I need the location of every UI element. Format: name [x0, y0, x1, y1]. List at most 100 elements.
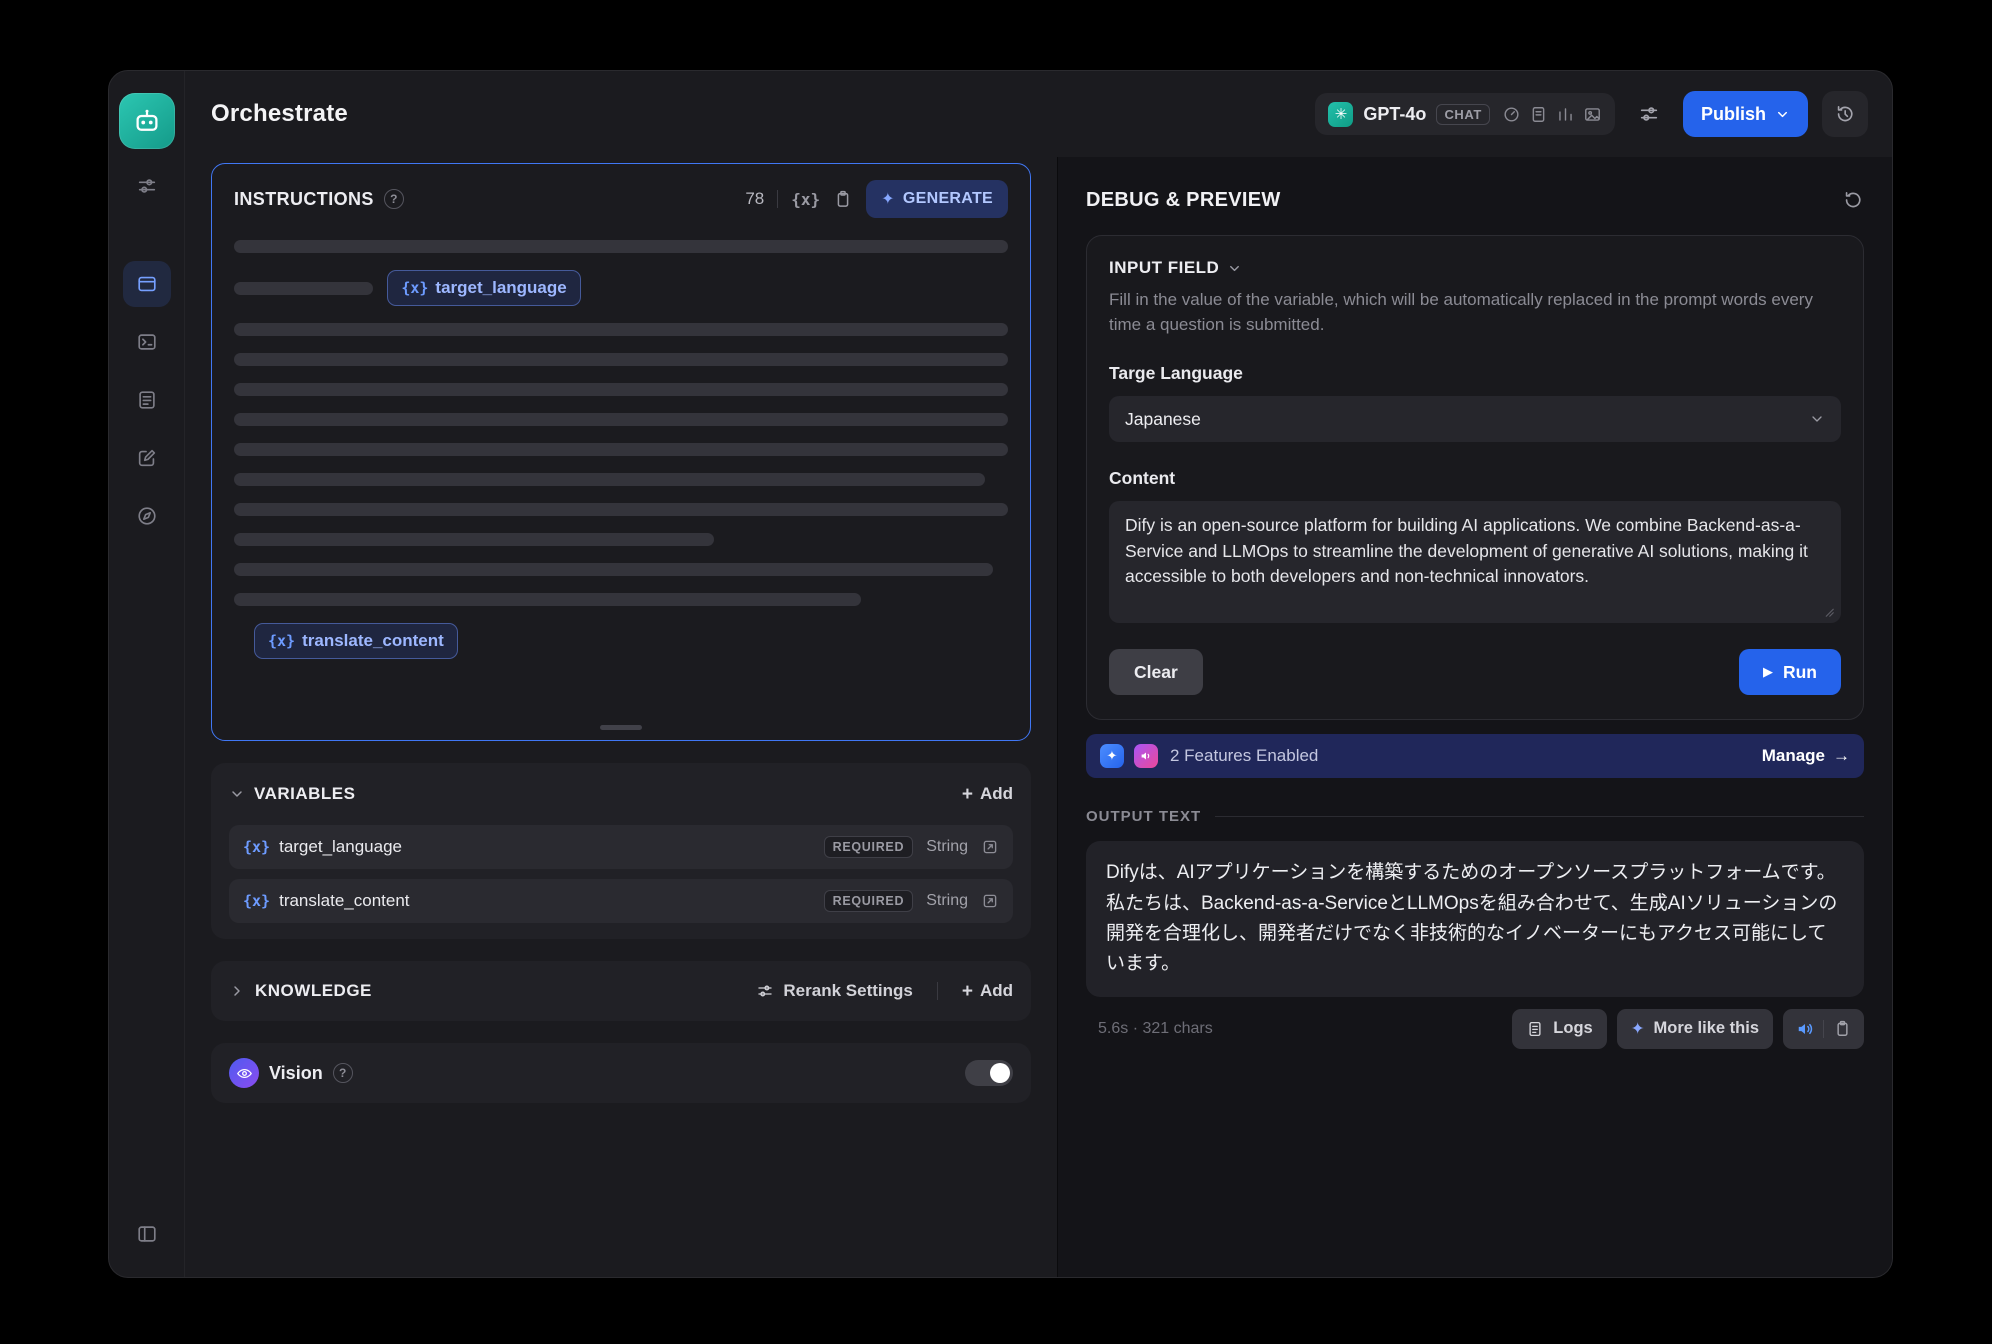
- compass-icon: [136, 505, 158, 527]
- features-bar: ✦ 2 Features Enabled Manage →: [1086, 734, 1864, 778]
- input-field-panel: INPUT FIELD Fill in the value of the var…: [1086, 235, 1864, 720]
- input-field-header[interactable]: INPUT FIELD: [1109, 258, 1841, 278]
- resize-handle[interactable]: [600, 725, 642, 730]
- variable-chip-translate-content[interactable]: {x} translate_content: [254, 623, 458, 659]
- skeleton-line: [234, 282, 373, 295]
- instructions-actions: 78 {x} ✦: [745, 180, 1008, 218]
- output-icon-pill: [1783, 1009, 1864, 1049]
- plus-icon: +: [962, 982, 973, 1001]
- model-parameters-button[interactable]: [1629, 94, 1669, 134]
- input-field-description: Fill in the value of the variable, which…: [1109, 288, 1841, 337]
- play-icon: ▶: [1763, 664, 1773, 680]
- divider: [937, 982, 938, 1000]
- skeleton-line: [234, 473, 985, 486]
- rerank-settings-button[interactable]: Rerank Settings: [756, 981, 912, 1001]
- resize-corner-icon[interactable]: [1821, 604, 1835, 618]
- app-logo[interactable]: [119, 93, 175, 149]
- collapse-sidebar-button[interactable]: [123, 1211, 171, 1257]
- sparkle-icon: ✦: [881, 189, 895, 209]
- add-variable-button[interactable]: + Add: [962, 784, 1013, 804]
- sidebar-item-terminal[interactable]: [123, 319, 171, 365]
- variable-row[interactable]: {x} target_language REQUIRED String: [229, 825, 1013, 869]
- instructions-title: INSTRUCTIONS: [234, 189, 374, 210]
- variable-chip-target-language[interactable]: {x} target_language: [387, 270, 580, 306]
- help-icon[interactable]: ?: [384, 189, 404, 209]
- variables-title: VARIABLES: [254, 784, 355, 804]
- variable-type: String: [926, 838, 968, 856]
- skeleton-line: [234, 323, 1008, 336]
- debug-preview-pane: DEBUG & PREVIEW INPUT FIELD: [1057, 157, 1892, 1277]
- content-label: Content: [1109, 468, 1841, 489]
- variable-row[interactable]: {x} translate_content REQUIRED String: [229, 879, 1013, 923]
- sidebar-item-orchestrate[interactable]: [123, 261, 171, 307]
- debug-header: DEBUG & PREVIEW: [1086, 179, 1864, 221]
- run-button[interactable]: ▶ Run: [1739, 649, 1841, 695]
- robot-icon: [132, 106, 162, 136]
- variable-prefix: {x}: [401, 279, 428, 297]
- input-field-footer: Clear ▶ Run: [1109, 649, 1841, 695]
- app-window: Orchestrate ✳ GPT-4o CHAT: [108, 70, 1893, 1278]
- variables-header: VARIABLES + Add: [229, 773, 1013, 815]
- logs-button[interactable]: Logs: [1512, 1009, 1606, 1049]
- skeleton-line: [234, 533, 714, 546]
- chevron-down-icon: [1775, 107, 1790, 122]
- copy-output-button[interactable]: [1824, 1013, 1860, 1045]
- chevron-right-icon[interactable]: [229, 983, 245, 999]
- content-textarea[interactable]: Dify is an open-source platform for buil…: [1109, 501, 1841, 623]
- more-like-this-feature-icon: ✦: [1100, 744, 1124, 768]
- output-section-header: OUTPUT TEXT: [1086, 808, 1864, 825]
- skeleton-row: {x} target_language: [234, 270, 1008, 306]
- sidebar-item-monitoring[interactable]: [123, 493, 171, 539]
- more-like-this-button[interactable]: ✦ More like this: [1617, 1009, 1773, 1049]
- skeleton-row: {x} translate_content: [234, 623, 1008, 659]
- variable-prefix: {x}: [243, 892, 270, 910]
- divider: [777, 190, 778, 208]
- output-footer: 5.6s · 321 chars Logs ✦ More like this: [1086, 1009, 1864, 1049]
- speaker-button[interactable]: [1787, 1013, 1823, 1045]
- clipboard-icon: [833, 189, 853, 209]
- publish-button[interactable]: Publish: [1683, 91, 1808, 137]
- copy-prompt-button[interactable]: [833, 189, 853, 209]
- vision-toggle[interactable]: [965, 1060, 1013, 1086]
- chevron-down-icon: [1809, 411, 1825, 427]
- sidebar-item-settings[interactable]: [123, 163, 171, 209]
- sidebar-item-annotation[interactable]: [123, 435, 171, 481]
- model-selector[interactable]: ✳ GPT-4o CHAT: [1315, 93, 1615, 135]
- skeleton-line: [234, 383, 1008, 396]
- variables-panel: VARIABLES + Add {x} target_language REQU…: [211, 763, 1031, 939]
- skeleton-line: [234, 593, 861, 606]
- add-knowledge-button[interactable]: + Add: [962, 981, 1013, 1001]
- language-label: Targe Language: [1109, 363, 1841, 384]
- char-count: 78: [745, 189, 764, 209]
- plus-icon: +: [962, 785, 973, 804]
- chevron-down-icon[interactable]: [229, 786, 245, 802]
- terminal-icon: [136, 331, 158, 353]
- clock-history-icon: [1834, 103, 1856, 125]
- help-icon[interactable]: ?: [333, 1063, 353, 1083]
- main-area: Orchestrate ✳ GPT-4o CHAT: [185, 71, 1892, 1277]
- insert-variable-button[interactable]: {x}: [791, 190, 820, 209]
- skeleton-line: [234, 443, 1008, 456]
- variable-type: String: [926, 892, 968, 910]
- clear-button[interactable]: Clear: [1109, 649, 1203, 695]
- input-field-title: INPUT FIELD: [1109, 258, 1219, 278]
- skeleton-line: [234, 353, 1008, 366]
- history-button[interactable]: [1822, 91, 1868, 137]
- generate-button[interactable]: ✦ GENERATE: [866, 180, 1008, 218]
- arrow-right-icon: →: [1833, 746, 1850, 766]
- collapse-panel-icon: [136, 1223, 158, 1245]
- openai-logo-icon: ✳: [1328, 102, 1353, 127]
- topbar-actions: ✳ GPT-4o CHAT: [1315, 91, 1868, 137]
- skeleton-line: [234, 413, 1008, 426]
- sidebar-item-logs[interactable]: [123, 377, 171, 423]
- open-variable-icon[interactable]: [981, 838, 999, 856]
- tune-icon: [136, 175, 158, 197]
- variable-row-meta: REQUIRED String: [824, 890, 999, 912]
- logs-icon: [1526, 1020, 1544, 1038]
- restart-button[interactable]: [1842, 189, 1864, 211]
- divider: [1215, 816, 1864, 817]
- manage-features-button[interactable]: Manage →: [1762, 746, 1850, 766]
- open-variable-icon[interactable]: [981, 892, 999, 910]
- sliders-icon: [756, 982, 774, 1000]
- language-select[interactable]: Japanese: [1109, 396, 1841, 442]
